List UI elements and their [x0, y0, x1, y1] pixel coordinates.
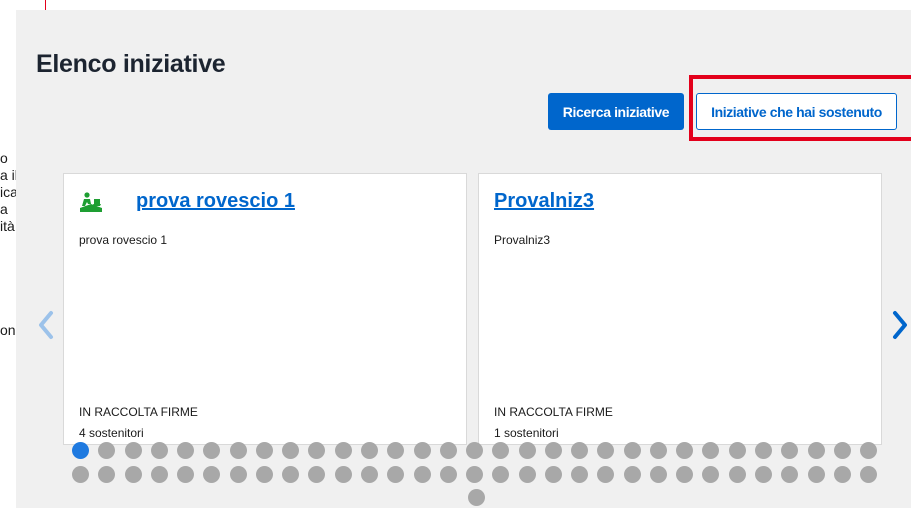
carousel-page-dot[interactable] [728, 442, 746, 459]
carousel-page-dot[interactable] [623, 442, 641, 459]
carousel-page-dot[interactable] [439, 466, 457, 483]
carousel-page-dot[interactable] [360, 466, 378, 483]
carousel-page-dot[interactable] [124, 442, 142, 459]
carousel-page-dot[interactable] [728, 466, 746, 483]
carousel-page-dot[interactable] [833, 466, 851, 483]
initiative-title-link[interactable]: Provalniz3 [494, 190, 594, 213]
carousel-page-dot[interactable] [571, 442, 589, 459]
left-clip-line: a [0, 201, 8, 217]
carousel-page-dot[interactable] [860, 442, 878, 459]
carousel-page-dot[interactable] [177, 466, 195, 483]
carousel-page-dot[interactable] [518, 442, 536, 459]
carousel-page-dot[interactable] [334, 442, 352, 459]
carousel-prev-button[interactable] [36, 307, 56, 343]
carousel-page-dot[interactable] [72, 442, 89, 459]
carousel-page-dot[interactable] [571, 466, 589, 483]
people-signing-icon [79, 191, 103, 215]
carousel-page-dot[interactable] [468, 489, 485, 506]
carousel-page-dot[interactable] [413, 466, 431, 483]
carousel-next-button[interactable] [890, 307, 910, 343]
carousel-page-dot[interactable] [360, 442, 378, 459]
initiative-status: IN RACCOLTA FIRME [494, 405, 613, 419]
carousel-page-dot[interactable] [833, 442, 851, 459]
carousel-page-dot[interactable] [150, 442, 168, 459]
carousel-page-dot[interactable] [229, 466, 247, 483]
carousel-page-dot[interactable] [649, 442, 667, 459]
carousel-page-dot[interactable] [544, 442, 562, 459]
initiative-supporters-count: 1 sostenitori [494, 426, 559, 440]
carousel-page-dot[interactable] [755, 442, 773, 459]
carousel-page-dot[interactable] [177, 442, 195, 459]
initiative-card[interactable]: Provalniz3 Provalniz3 IN RACCOLTA FIRME … [478, 173, 882, 445]
carousel-page-dot[interactable] [623, 466, 641, 483]
carousel-page-dot[interactable] [72, 466, 89, 483]
initiative-description: Provalniz3 [494, 233, 551, 247]
initiative-card[interactable]: prova rovescio 1 prova rovescio 1 IN RAC… [63, 173, 467, 445]
chevron-right-icon [893, 311, 907, 339]
carousel-page-dot[interactable] [649, 466, 667, 483]
carousel-page-dot[interactable] [439, 442, 457, 459]
chevron-left-icon [39, 311, 53, 339]
carousel-page-dot[interactable] [255, 466, 273, 483]
carousel-page-dot[interactable] [544, 466, 562, 483]
initiative-status: IN RACCOLTA FIRME [79, 405, 198, 419]
left-clip-line: o [0, 150, 8, 166]
carousel-page-dot[interactable] [255, 442, 273, 459]
supported-initiatives-button[interactable]: Iniziative che hai sostenuto [696, 93, 897, 130]
left-clip-line: ità [0, 218, 15, 234]
carousel-page-dot[interactable] [807, 466, 825, 483]
initiative-title-link[interactable]: prova rovescio 1 [136, 190, 295, 213]
initiative-supporters-count: 4 sostenitori [79, 426, 144, 440]
carousel-page-dot[interactable] [860, 466, 878, 483]
left-clipped-text: o a il ica a ità on [0, 150, 16, 339]
carousel-page-dot[interactable] [413, 442, 431, 459]
carousel-page-dot[interactable] [229, 442, 247, 459]
left-clip-line: ica [0, 184, 16, 200]
carousel-page-dot[interactable] [334, 466, 352, 483]
carousel-page-dot[interactable] [124, 466, 142, 483]
carousel-page-dot[interactable] [807, 442, 825, 459]
page: o a il ica a ità on Elenco iniziative Ri… [0, 0, 911, 508]
carousel-page-dot[interactable] [755, 466, 773, 483]
carousel-page-dot[interactable] [150, 466, 168, 483]
left-clip-line: a il [0, 167, 16, 183]
search-initiatives-button[interactable]: Ricerca iniziative [548, 93, 684, 130]
carousel-page-dot[interactable] [466, 442, 484, 459]
carousel-page-dot[interactable] [466, 466, 484, 483]
left-clip-line: on [0, 322, 16, 338]
carousel-page-dot[interactable] [518, 466, 536, 483]
initiative-description: prova rovescio 1 [79, 233, 168, 247]
page-title: Elenco iniziative [36, 50, 226, 78]
